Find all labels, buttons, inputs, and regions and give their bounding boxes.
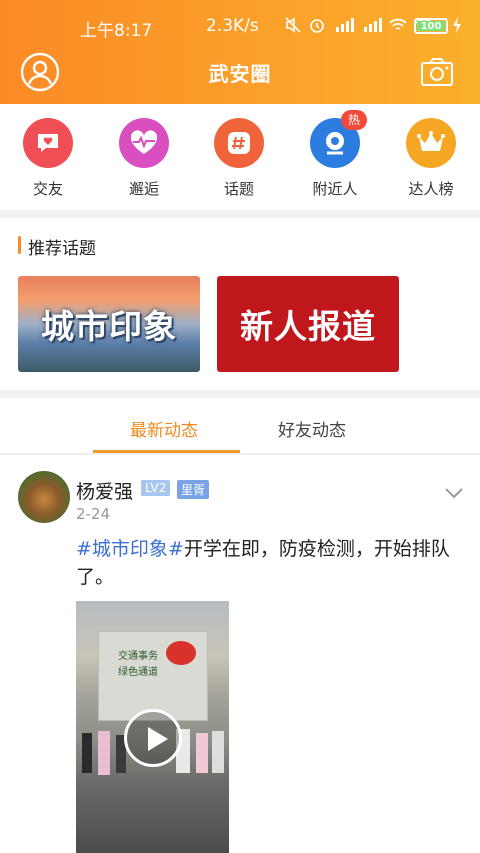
signal-hd-icon: [364, 18, 382, 32]
menu-item-topics[interactable]: 话题: [207, 118, 271, 199]
post-author[interactable]: 杨爱强: [76, 477, 133, 504]
camera-icon: [421, 58, 453, 86]
signal-hd-icon: [336, 18, 354, 32]
section-title: 推荐话题: [18, 234, 96, 259]
camera-button[interactable]: [420, 56, 454, 88]
post-content: #城市印象#开学在即，防疫检测，开始排队了。: [76, 535, 464, 591]
mute-icon: [285, 17, 301, 33]
network-speed: 2.3K/s: [206, 16, 259, 36]
top-header: 上午8:17 2.3K/s 100 武安圈: [0, 0, 480, 104]
lantern-image: [166, 641, 196, 665]
wifi-icon: [389, 18, 407, 30]
topic-card-city-impression[interactable]: 城市印象: [18, 276, 200, 372]
tab-latest[interactable]: 最新动态: [130, 416, 198, 441]
status-time: 上午8:17: [80, 21, 153, 41]
post-hashtag[interactable]: #城市印象#: [76, 538, 184, 560]
post-video[interactable]: 交通事务 绿色通道: [76, 601, 229, 853]
play-button[interactable]: [124, 709, 182, 767]
heart-chat-icon: [23, 118, 73, 168]
battery-icon: 100: [414, 18, 448, 34]
title-badge: 里胥: [177, 480, 210, 499]
video-sign: 交通事务 绿色通道: [118, 649, 158, 681]
crown-icon: [406, 118, 456, 168]
chevron-down-icon[interactable]: [444, 487, 464, 499]
page-title: 武安圈: [208, 62, 272, 86]
menu-item-make-friends[interactable]: 交友: [16, 118, 80, 199]
charging-icon: [453, 17, 461, 33]
heartbeat-icon: [119, 118, 169, 168]
recommended-topics: 推荐话题 城市印象 新人报道: [0, 218, 480, 390]
menu-item-leaderboard[interactable]: 达人榜: [399, 118, 463, 199]
menu-item-label: 邂逅: [128, 180, 159, 198]
menu-item-label: 附近人: [312, 180, 358, 198]
video-sign-line: 交通事务: [118, 651, 158, 662]
menu-item-label: 话题: [223, 180, 254, 198]
menu-item-label: 交友: [32, 180, 63, 198]
battery-level: 100: [417, 21, 445, 32]
quick-menu: 交友 邂逅 话题 热 附近人 达人榜: [0, 104, 480, 210]
post-date: 2-24: [76, 505, 111, 523]
alarm-icon: [310, 19, 324, 33]
tab-friends[interactable]: 好友动态: [278, 416, 346, 441]
status-bar: 上午8:17 2.3K/s 100: [0, 0, 480, 52]
topic-card-newcomer-report[interactable]: 新人报道: [217, 276, 399, 372]
video-sign-line: 绿色通道: [118, 667, 158, 678]
menu-item-label: 达人榜: [408, 180, 454, 198]
menu-item-nearby[interactable]: 热 附近人: [303, 110, 367, 199]
active-tab-indicator: [93, 450, 240, 453]
feed-tabs: 最新动态 好友动态: [0, 398, 480, 454]
hot-badge: 热: [341, 110, 367, 130]
menu-item-encounter[interactable]: 邂逅: [112, 118, 176, 199]
status-icons: [284, 16, 434, 34]
avatar[interactable]: [18, 471, 70, 523]
feed-list: 杨爱强 LV2 里胥 2-24 #城市印象#开学在即，防疫检测，开始排队了。 交…: [0, 455, 480, 853]
level-badge: LV2: [141, 480, 171, 496]
hashtag-icon: [214, 118, 264, 168]
